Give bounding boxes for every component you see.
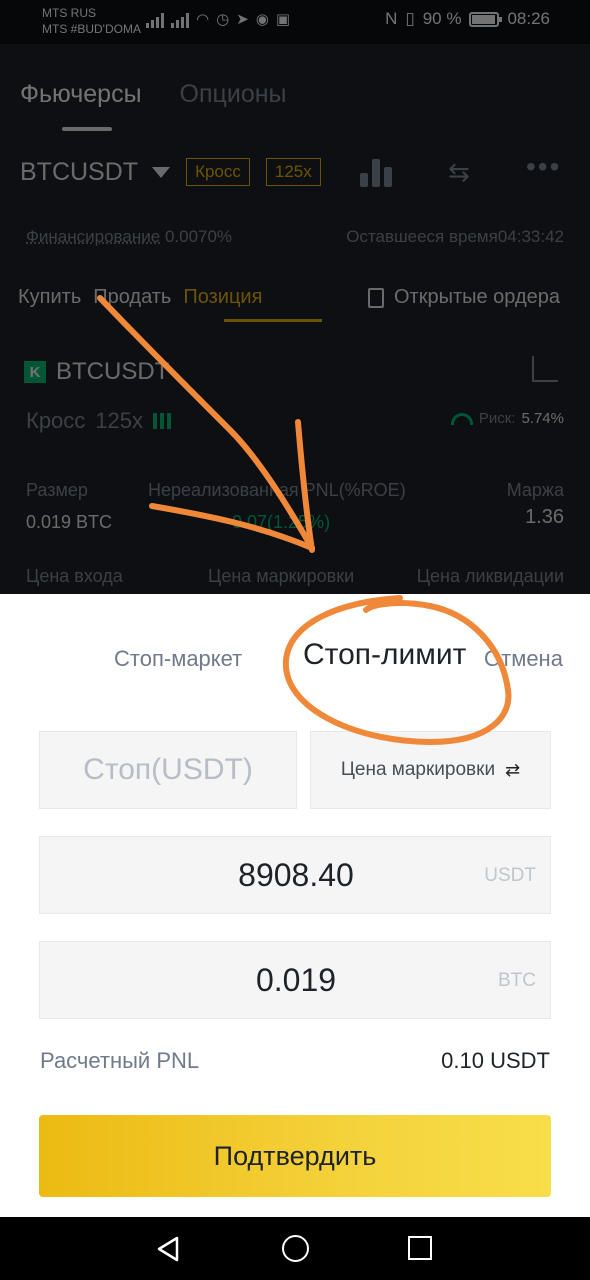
signal-icon bbox=[171, 12, 189, 28]
risk-value: 5.74% bbox=[521, 410, 564, 427]
position-header: K BTCUSDT bbox=[24, 358, 169, 386]
funding-rate: Финансирование 0.0070% bbox=[26, 227, 232, 247]
estimated-pnl-value: 0.10 USDT bbox=[441, 1048, 550, 1073]
tab-stop-market[interactable]: Стоп-маркет bbox=[114, 646, 242, 672]
share-icon[interactable] bbox=[532, 356, 558, 382]
remaining-label: Оставшееся время bbox=[346, 227, 498, 246]
position-symbol: BTCUSDT bbox=[56, 358, 170, 385]
risk-indicator: Риск: 5.74% bbox=[450, 410, 564, 427]
subtab-sell[interactable]: Продать bbox=[93, 286, 171, 309]
battery-percent: 90 % bbox=[422, 9, 462, 28]
unrealized-pnl-value: 0.07(1.25%) bbox=[232, 512, 331, 532]
status-icons: ◠ ◷ ➤ ◉ ▣ bbox=[146, 9, 290, 31]
tab-options[interactable]: Опционы bbox=[180, 80, 287, 109]
gauge-icon bbox=[450, 412, 473, 425]
entry-price-label: Цена входа bbox=[26, 566, 123, 586]
stop-price-placeholder: Стоп(USDT) bbox=[83, 753, 253, 786]
alarm-icon: ◷ bbox=[216, 11, 230, 28]
order-subtabs: Купить Продать Позиция bbox=[18, 286, 262, 309]
recents-icon[interactable] bbox=[408, 1236, 432, 1260]
remaining-value: 04:33:42 bbox=[497, 227, 564, 246]
position-margin-mode: Кросс bbox=[26, 408, 86, 433]
signal-icon bbox=[146, 12, 164, 28]
limit-price-unit: USDT bbox=[484, 865, 536, 886]
back-icon[interactable] bbox=[155, 1235, 181, 1263]
risk-label: Риск: bbox=[478, 410, 516, 427]
subtab-indicator bbox=[224, 319, 322, 322]
stop-type-tabs: Стоп-маркет Стоп-лимит Отмена bbox=[0, 634, 590, 684]
more-icon[interactable]: ••• bbox=[526, 151, 561, 183]
clipboard-icon bbox=[368, 287, 384, 308]
amount-value: 0.019 bbox=[255, 962, 337, 998]
wifi-icon: ◠ bbox=[196, 11, 210, 28]
tab-stop-limit[interactable]: Стоп-лимит bbox=[303, 638, 466, 672]
funding-label: Финансирование bbox=[26, 227, 161, 246]
status-bar: MTS RUS MTS #BUD'DOMA ◠ ◷ ➤ ◉ ▣ N ▯ 90 %… bbox=[0, 0, 590, 44]
estimated-pnl-label: Расчетный PNL bbox=[40, 1048, 200, 1073]
margin-label: Маржа bbox=[506, 480, 564, 500]
margin-mode-badge[interactable]: Кросс bbox=[186, 158, 250, 186]
dropdown-caret-icon[interactable] bbox=[152, 166, 171, 178]
investing-icon: ▣ bbox=[275, 11, 291, 28]
clock: 08:26 bbox=[507, 9, 550, 28]
chart-bars-icon[interactable] bbox=[360, 155, 396, 187]
carrier-2: MTS #BUD'DOMA bbox=[42, 22, 141, 36]
limit-price-value: 8908.40 bbox=[238, 857, 354, 893]
status-right: N ▯ 90 % 08:26 bbox=[385, 9, 550, 29]
tab-futures[interactable]: Фьючерсы bbox=[20, 80, 142, 109]
nfc-icon: N bbox=[385, 9, 398, 28]
carrier-info: MTS RUS MTS #BUD'DOMA bbox=[42, 5, 141, 37]
position-leverage: 125x bbox=[95, 408, 144, 433]
open-orders-link[interactable]: Открытые ордера bbox=[368, 286, 560, 309]
position-mode: Кросс 125x bbox=[26, 408, 172, 434]
tab-indicator bbox=[62, 127, 112, 131]
chrome-icon: ◉ bbox=[255, 11, 269, 28]
swap-icon[interactable]: ⇆ bbox=[448, 157, 470, 188]
trigger-price-type-label: Цена маркировки bbox=[340, 759, 496, 780]
size-label: Размер bbox=[26, 480, 88, 500]
trigger-price-type-select[interactable]: Цена маркировки ⇄ bbox=[310, 731, 551, 809]
carrier-1: MTS RUS bbox=[42, 6, 96, 20]
mark-price-label: Цена маркировки bbox=[208, 566, 355, 586]
vibrate-icon: ▯ bbox=[405, 9, 415, 28]
system-nav-bar bbox=[0, 1217, 590, 1280]
futures-screen: MTS RUS MTS #BUD'DOMA ◠ ◷ ➤ ◉ ▣ N ▯ 90 %… bbox=[0, 0, 590, 594]
stop-order-sheet: Стоп-маркет Стоп-лимит Отмена Стоп(USDT)… bbox=[0, 594, 590, 1217]
subtab-buy[interactable]: Купить bbox=[18, 286, 81, 309]
product-tabs: Фьючерсы Опционы bbox=[20, 80, 287, 109]
leverage-badge[interactable]: 125x bbox=[265, 158, 321, 186]
size-value: 0.019 BTC bbox=[26, 512, 113, 532]
telegram-icon: ➤ bbox=[236, 11, 249, 28]
limit-price-input[interactable]: 8908.40 USDT bbox=[39, 836, 551, 914]
symbol-row: BTCUSDT Кросс 125x ⇆ ••• bbox=[20, 151, 580, 189]
swap-icon: ⇄ bbox=[505, 759, 521, 780]
confirm-label: Подтвердить bbox=[213, 1140, 377, 1171]
amount-input[interactable]: 0.019 BTC bbox=[39, 941, 551, 1019]
contract-k-icon: K bbox=[24, 361, 46, 383]
symbol-selector[interactable]: BTCUSDT bbox=[20, 158, 138, 187]
unrealized-pnl-label: Нереализованная PNL(%ROE) bbox=[148, 480, 406, 500]
funding-value: 0.0070% bbox=[164, 227, 233, 246]
subtab-position[interactable]: Позиция bbox=[183, 286, 262, 309]
remaining-time: Оставшееся время04:33:42 bbox=[346, 227, 564, 247]
amount-unit: BTC bbox=[498, 970, 536, 991]
cancel-button[interactable]: Отмена bbox=[484, 646, 563, 672]
confirm-button[interactable]: Подтвердить bbox=[39, 1115, 551, 1197]
stop-price-input[interactable]: Стоп(USDT) bbox=[39, 731, 297, 809]
battery-icon bbox=[469, 11, 503, 27]
liquidation-price-label: Цена ликвидации bbox=[416, 566, 564, 586]
open-orders-label: Открытые ордера bbox=[394, 286, 561, 308]
home-icon[interactable] bbox=[282, 1235, 309, 1262]
leverage-level-icon bbox=[153, 413, 172, 429]
margin-value: 1.36 bbox=[525, 506, 564, 528]
